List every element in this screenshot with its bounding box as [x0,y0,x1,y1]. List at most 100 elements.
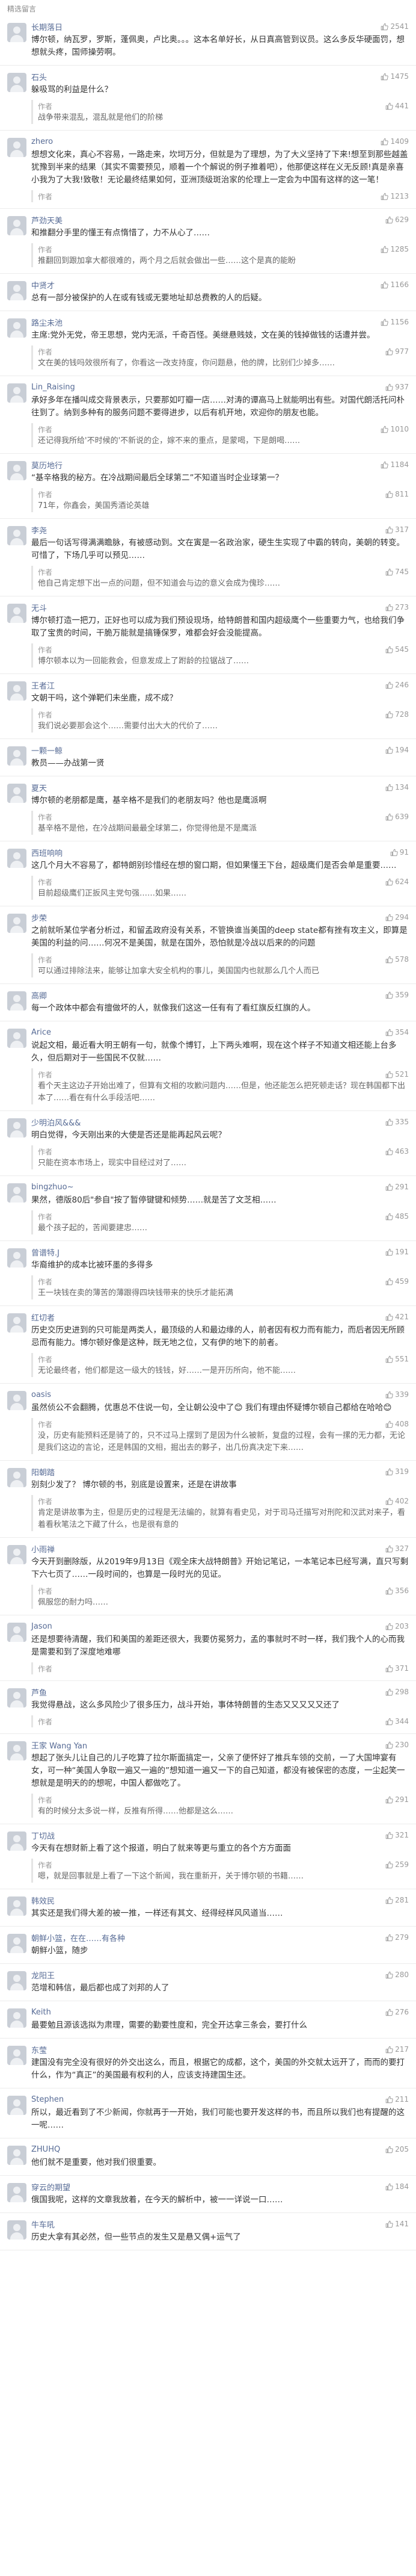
commenter-name[interactable]: 高卿 [31,989,47,1001]
commenter-name[interactable]: 穿云的期望 [31,2181,70,2193]
like-button[interactable]: 91 [390,848,409,856]
avatar[interactable] [7,2220,26,2240]
like-button[interactable]: 276 [385,2008,409,2016]
avatar[interactable] [7,2008,26,2028]
commenter-name[interactable]: 丁切战 [31,1830,55,1841]
avatar[interactable] [7,1688,26,1708]
like-button[interactable]: 356 [385,1587,409,1595]
commenter-name[interactable]: ZHUHQ [31,2145,60,2154]
like-button[interactable]: 551 [385,1355,409,1363]
like-button[interactable]: 281 [385,1896,409,1904]
like-button[interactable]: 230 [385,1741,409,1749]
like-button[interactable]: 205 [385,2145,409,2153]
avatar[interactable] [7,1545,26,1564]
avatar[interactable] [7,383,26,403]
like-button[interactable]: 521 [385,1070,409,1079]
commenter-name[interactable]: bingzhuo~ [31,1183,74,1192]
avatar[interactable] [7,1183,26,1203]
like-button[interactable]: 1285 [381,245,409,253]
like-button[interactable]: 371 [385,1664,409,1673]
avatar[interactable] [7,216,26,235]
like-button[interactable]: 421 [385,1313,409,1321]
commenter-name[interactable]: 石头 [31,71,47,82]
like-button[interactable]: 1184 [381,460,409,469]
avatar[interactable] [7,138,26,157]
commenter-name[interactable]: 朝鲜小篮，在在……有各种 [31,1932,125,1943]
avatar[interactable] [7,1934,26,1953]
avatar[interactable] [7,318,26,338]
like-button[interactable]: 745 [385,568,409,576]
commenter-name[interactable]: 龙阳王 [31,1969,55,1981]
commenter-name[interactable]: 芦劲天美 [31,214,63,226]
avatar[interactable] [7,1248,26,1268]
like-button[interactable]: 937 [385,383,409,391]
avatar[interactable] [7,73,26,92]
like-button[interactable]: 402 [385,1497,409,1505]
like-button[interactable]: 317 [385,525,409,534]
commenter-name[interactable]: 李尧 [31,524,47,536]
commenter-name[interactable]: 无斗 [31,602,47,613]
like-button[interactable]: 246 [385,681,409,689]
like-button[interactable]: 1475 [381,72,409,81]
like-button[interactable]: 354 [385,1028,409,1036]
like-button[interactable]: 408 [385,1420,409,1428]
like-button[interactable]: 639 [385,813,409,821]
commenter-name[interactable]: 一颗一鲸 [31,745,63,756]
commenter-name[interactable]: 牛车吼 [31,2218,55,2230]
like-button[interactable]: 485 [385,1212,409,1221]
commenter-name[interactable]: zhero [31,137,53,146]
like-button[interactable]: 1213 [381,192,409,200]
like-button[interactable]: 191 [385,1248,409,1256]
like-button[interactable]: 211 [385,2095,409,2104]
commenter-name[interactable]: Jason [31,1622,52,1631]
like-button[interactable]: 319 [385,1467,409,1476]
avatar[interactable] [7,23,26,42]
avatar[interactable] [7,991,26,1011]
like-button[interactable]: 459 [385,1277,409,1286]
like-button[interactable]: 327 [385,1544,409,1553]
avatar[interactable] [7,746,26,766]
avatar[interactable] [7,1313,26,1333]
like-button[interactable]: 977 [385,347,409,356]
commenter-name[interactable]: 芦鱼 [31,1686,47,1698]
avatar[interactable] [7,849,26,868]
like-button[interactable]: 194 [385,746,409,754]
like-button[interactable]: 280 [385,1971,409,1979]
like-button[interactable]: 134 [385,783,409,791]
commenter-name[interactable]: 东莹 [31,2044,47,2055]
commenter-name[interactable]: Keith [31,2008,51,2017]
avatar[interactable] [7,1029,26,1048]
like-button[interactable]: 259 [385,1860,409,1869]
avatar[interactable] [7,1623,26,1642]
commenter-name[interactable]: Lin_Raising [31,383,75,392]
commenter-name[interactable]: 阳朝踏 [31,1466,55,1478]
avatar[interactable] [7,1391,26,1410]
commenter-name[interactable]: 步荣 [31,912,47,923]
like-button[interactable]: 1156 [381,318,409,326]
like-button[interactable]: 321 [385,1831,409,1839]
like-button[interactable]: 298 [385,1688,409,1696]
avatar[interactable] [7,2146,26,2165]
avatar[interactable] [7,2183,26,2202]
avatar[interactable] [7,2096,26,2115]
like-button[interactable]: 291 [385,1795,409,1804]
avatar[interactable] [7,1468,26,1487]
avatar[interactable] [7,914,26,933]
avatar[interactable] [7,461,26,480]
avatar[interactable] [7,1971,26,1990]
like-button[interactable]: 344 [385,1717,409,1726]
like-button[interactable]: 1010 [381,425,409,433]
like-button[interactable]: 359 [385,991,409,999]
like-button[interactable]: 545 [385,645,409,654]
avatar[interactable] [7,2046,26,2065]
like-button[interactable]: 1166 [381,280,409,289]
commenter-name[interactable]: Stephen [31,2095,64,2104]
commenter-name[interactable]: Arice [31,1028,51,1037]
like-button[interactable]: 141 [385,2220,409,2228]
commenter-name[interactable]: 少明泊风&&& [31,1116,81,1128]
commenter-name[interactable]: oasis [31,1390,51,1399]
avatar[interactable] [7,1831,26,1851]
like-button[interactable]: 184 [385,2182,409,2191]
commenter-name[interactable]: 长期落日 [31,21,63,33]
like-button[interactable]: 2541 [381,22,409,31]
